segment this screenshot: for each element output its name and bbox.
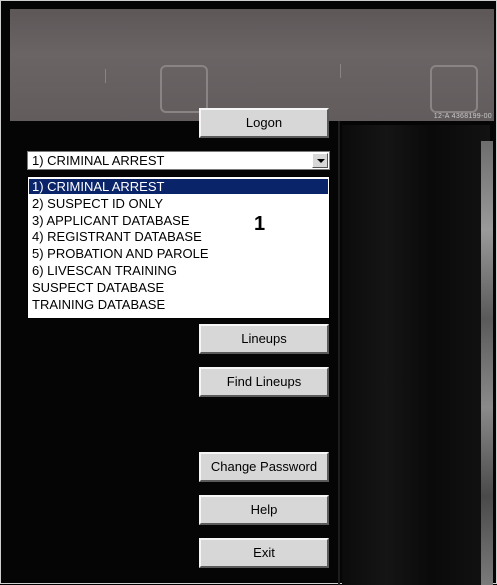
banner-code-label: 12-A 4368199-00 xyxy=(433,113,492,120)
option-training-database[interactable]: TRAINING DATABASE xyxy=(29,297,328,312)
database-select[interactable]: 1) CRIMINAL ARREST xyxy=(27,151,330,170)
exit-button[interactable]: Exit xyxy=(199,538,329,568)
lineups-button[interactable]: Lineups xyxy=(199,324,329,354)
image-viewer-panel xyxy=(342,125,490,585)
panel-divider xyxy=(338,121,340,585)
option-livescan-training[interactable]: 6) LIVESCAN TRAINING xyxy=(29,263,328,278)
callout-marker: 1 xyxy=(254,213,266,235)
option-criminal-arrest[interactable]: 1) CRIMINAL ARREST xyxy=(29,179,328,194)
database-dropdown-list[interactable]: 1) CRIMINAL ARREST 2) SUSPECT ID ONLY 3)… xyxy=(27,176,330,319)
photo-banner: 12-A 4368199-00 xyxy=(10,9,494,121)
app-window: 12-A 4368199-00 Logon 1) CRIMINAL ARREST… xyxy=(0,0,497,585)
option-probation-and-parole[interactable]: 5) PROBATION AND PAROLE xyxy=(29,246,328,261)
option-registrant-database[interactable]: 4) REGISTRANT DATABASE xyxy=(29,229,328,244)
option-suspect-id-only[interactable]: 2) SUSPECT ID ONLY xyxy=(29,196,328,211)
image-edge-strip xyxy=(481,141,493,585)
find-lineups-button[interactable]: Find Lineups xyxy=(199,367,329,397)
banner-tick-left xyxy=(105,69,106,83)
banner-tick-right xyxy=(340,64,341,78)
option-suspect-database[interactable]: SUSPECT DATABASE xyxy=(29,280,328,295)
option-applicant-database[interactable]: 3) APPLICANT DATABASE xyxy=(29,213,328,228)
database-select-value: 1) CRIMINAL ARREST xyxy=(32,153,165,168)
chevron-down-icon[interactable] xyxy=(312,153,328,168)
help-button[interactable]: Help xyxy=(199,495,329,525)
banner-box-right xyxy=(430,65,478,113)
banner-box-left xyxy=(160,65,208,113)
logon-button[interactable]: Logon xyxy=(199,108,329,138)
change-password-button[interactable]: Change Password xyxy=(199,452,329,482)
